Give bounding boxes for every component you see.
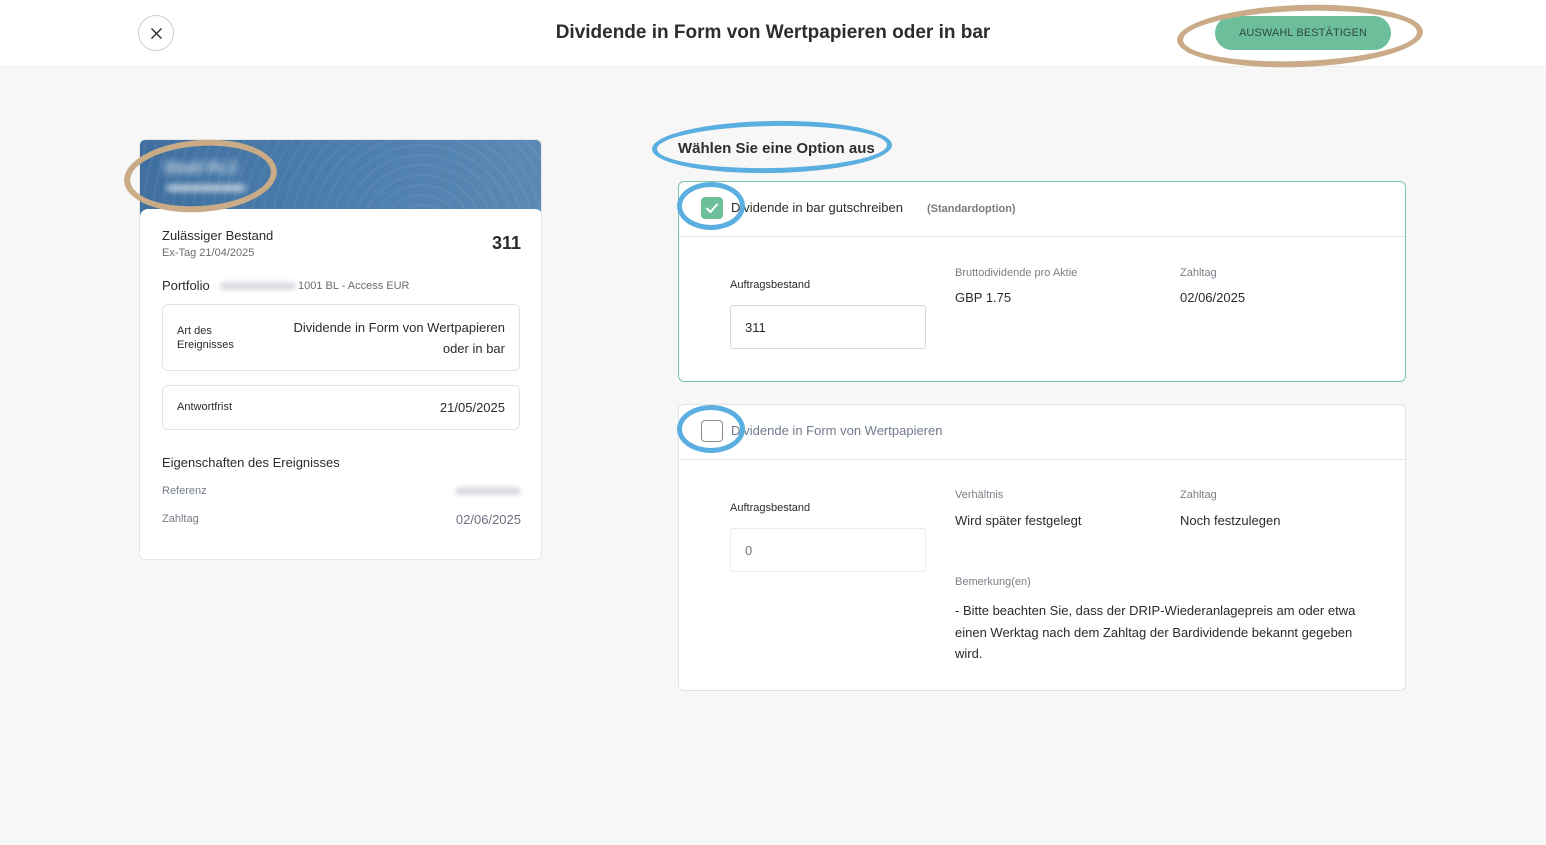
cash-quantity-input[interactable] [730, 305, 926, 349]
scrip-quantity-input[interactable] [730, 528, 926, 572]
reference-label: Referenz [162, 485, 207, 497]
default-option-tag: (Standardoption) [927, 203, 1016, 215]
cash-dividend-checkbox[interactable] [701, 197, 723, 219]
deadline-label: Antwortfrist [177, 401, 233, 413]
event-type-value: Dividende in Form von Wertpapieren oder … [293, 320, 505, 356]
scrip-dividend-title: Dividende in Form von Wertpapieren [731, 423, 943, 438]
ratio-label: Verhältnis [955, 489, 1004, 501]
option-scrip-header[interactable]: Dividende in Form von Wertpapieren [679, 405, 1405, 460]
option-cash-header[interactable]: Dividende in bar gutschreiben (Standardo… [679, 182, 1405, 237]
option-cash-dividend[interactable]: Dividende in bar gutschreiben (Standardo… [678, 181, 1406, 382]
holding-value: 311 [491, 233, 521, 253]
ex-date: Ex-Tag 21/04/2025 [162, 247, 255, 259]
company-subtitle-redacted [166, 184, 246, 192]
page-header: Dividende in Form von Wertpapieren oder … [0, 0, 1546, 67]
scrip-paydate-label: Zahltag [1180, 489, 1217, 501]
option-scrip-dividend[interactable]: Dividende in Form von Wertpapieren Auftr… [678, 404, 1406, 691]
portfolio-account: 1001 BL - Access EUR [298, 280, 410, 292]
deadline-value: 21/05/2025 [439, 400, 505, 415]
cash-dividend-title: Dividende in bar gutschreiben [731, 200, 903, 215]
holding-label: Zulässiger Bestand [162, 228, 274, 243]
scrip-paydate-value: Noch festzulegen [1180, 513, 1281, 528]
cash-quantity-label: Auftragsbestand [730, 279, 811, 291]
scrip-quantity-label: Auftragsbestand [730, 502, 811, 514]
deadline-box: Antwortfrist 21/05/2025 [162, 385, 520, 430]
scrip-dividend-checkbox[interactable] [701, 420, 723, 442]
company-banner: Shell PLC [140, 140, 541, 220]
gross-dividend-value: GBP 1.75 [955, 290, 1012, 305]
confirm-selection-button[interactable]: AUSWAHL BESTÄTIGEN [1215, 16, 1391, 50]
portfolio-number-redacted [220, 282, 296, 290]
checkmark-icon [706, 203, 718, 213]
options-heading: Wählen Sie eine Option aus [678, 140, 875, 157]
card-body: Zulässiger Bestand Ex-Tag 21/04/2025 311… [140, 209, 541, 559]
paydate-label: Zahltag [162, 513, 199, 525]
paydate-value: 02/06/2025 [455, 512, 521, 527]
gross-dividend-label: Bruttodividende pro Aktie [955, 267, 1078, 279]
event-summary-card: Shell PLC Zulässiger Bestand Ex-Tag 21/0… [139, 139, 542, 560]
cash-paydate-label: Zahltag [1180, 267, 1217, 279]
remark-text: - Bitte beachten Sie, dass der DRIP-Wied… [955, 603, 1356, 661]
cash-paydate-value: 02/06/2025 [1180, 290, 1246, 305]
remark-label: Bemerkung(en) [955, 576, 1031, 588]
reference-value-redacted [455, 487, 521, 495]
ratio-value: Wird später festgelegt [955, 513, 1082, 528]
properties-heading: Eigenschaften des Ereignisses [162, 455, 340, 470]
event-type-box: Art des Ereignisses Dividende in Form vo… [162, 304, 520, 371]
company-name: Shell PLC [164, 160, 239, 177]
event-type-label: Art des Ereignisses [177, 325, 234, 351]
portfolio-label: Portfolio [162, 278, 210, 293]
